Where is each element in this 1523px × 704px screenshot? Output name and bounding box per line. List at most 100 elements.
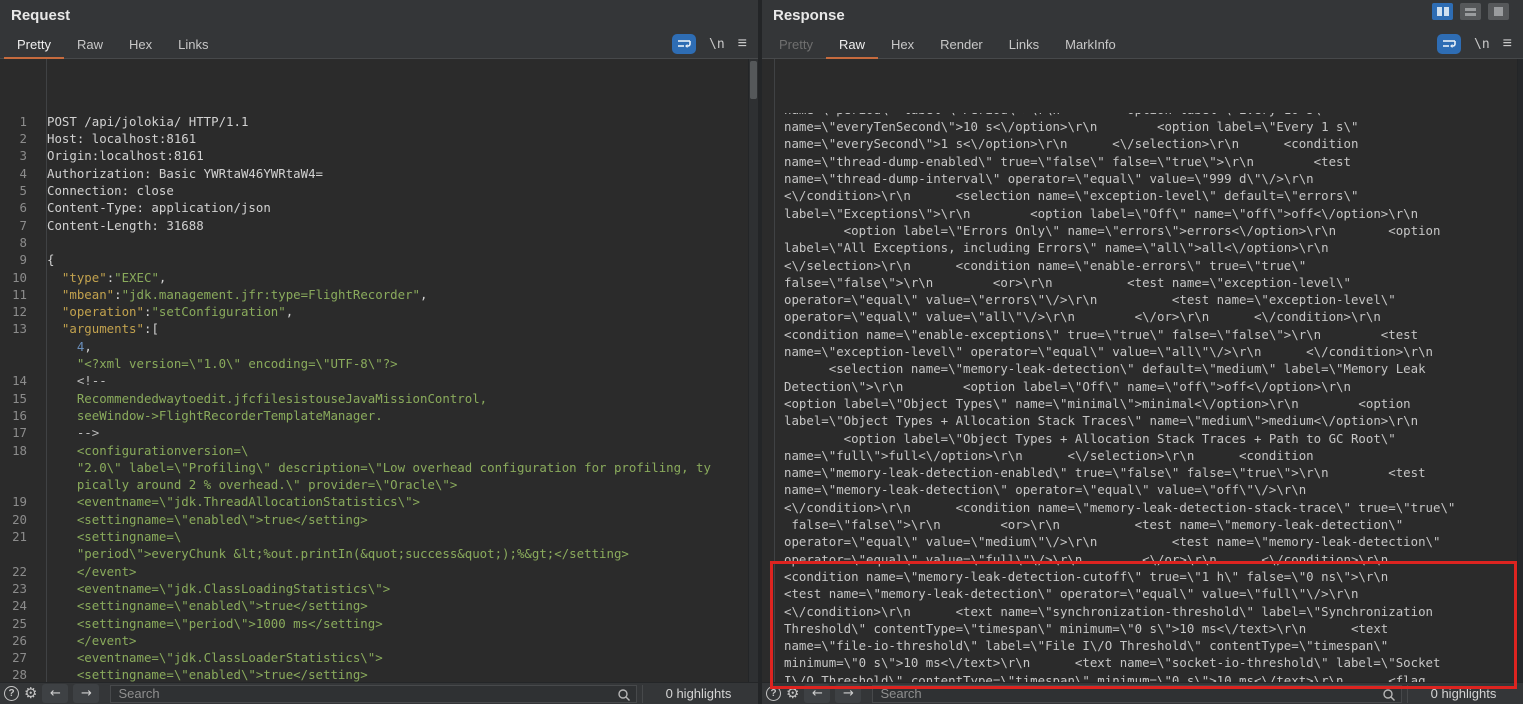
code-line: 5Connection: close (0, 182, 758, 199)
newline-chars-toggle-icon[interactable]: \n (1474, 37, 1490, 52)
code-line: Detection\">\r\n <option label=\"Off\" n… (762, 378, 1523, 395)
code-line: <option label=\"Object Types + Allocatio… (762, 430, 1523, 447)
editor-menu-icon[interactable]: ≡ (1503, 35, 1513, 53)
code-line: 17 --> (0, 424, 758, 441)
code-line: 27 <eventname=\"jdk.ClassLoaderStatistic… (0, 649, 758, 666)
code-line: 3Origin:localhost:8161 (0, 147, 758, 164)
code-line: 23 <eventname=\"jdk.ClassLoadingStatisti… (0, 580, 758, 597)
tab-raw[interactable]: Raw (826, 33, 878, 59)
code-line: name=\"memory-leak-detection\" operator=… (762, 481, 1523, 498)
search-prev-button[interactable]: ← (804, 684, 830, 703)
tab-links[interactable]: Links (996, 33, 1052, 59)
code-line: 28 <settingname=\"enabled\">true</settin… (0, 666, 758, 682)
search-icon (617, 688, 631, 704)
request-panel: Request PrettyRawHexLinks \n ≡ 1POST /ap… (0, 0, 758, 704)
code-line: <condition name=\"enable-exceptions\" tr… (762, 326, 1523, 343)
help-icon[interactable]: ? (4, 686, 19, 701)
tab-links[interactable]: Links (165, 33, 221, 59)
code-line: 6Content-Type: application/json (0, 199, 758, 216)
code-line: <test name=\"memory-leak-detection\" ope… (762, 585, 1523, 602)
code-line: 16 seeWindow->FlightRecorderTemplateMana… (0, 407, 758, 424)
search-input[interactable] (873, 686, 1401, 701)
code-line: name=\"file-io-threshold\" label=\"File … (762, 637, 1523, 654)
code-line: "2.0\" label=\"Profiling\" description=\… (0, 459, 758, 476)
code-line: <\/selection>\r\n <condition name=\"enab… (762, 257, 1523, 274)
word-wrap-toggle-icon[interactable] (672, 34, 696, 54)
code-line: 21 <settingname=\ (0, 528, 758, 545)
tab-hex[interactable]: Hex (878, 33, 927, 59)
code-line: operator=\"equal\" value=\"full\"\/>\r\n… (762, 551, 1523, 568)
code-line: 22 </event> (0, 563, 758, 580)
tab-pretty[interactable]: Pretty (4, 33, 64, 59)
code-line: name=\"everyTenSecond\">10 s<\/option>\r… (762, 118, 1523, 135)
request-toolbar: \n ≡ (672, 34, 748, 54)
code-line: 4, (0, 338, 758, 355)
code-line: operator=\"equal\" value=\"medium\"\/>\r… (762, 533, 1523, 550)
code-line: label=\"Object Types + Allocation Stack … (762, 412, 1523, 429)
code-line: pically around 2 % overhead.\" provider=… (0, 476, 758, 493)
response-toolbar: \n ≡ (1437, 34, 1513, 54)
code-line: <\/condition>\r\n <text name=\"synchroni… (762, 603, 1523, 620)
response-panel-title: Response (762, 0, 1523, 32)
help-icon[interactable]: ? (766, 686, 781, 701)
code-line: <selection name=\"memory-leak-detection\… (762, 360, 1523, 377)
response-editor[interactable]: name=\"period\" label=\"Period\">\r\n <o… (762, 59, 1523, 682)
code-line: false=\"false\">\r\n <or>\r\n <test name… (762, 516, 1523, 533)
request-tabrow: PrettyRawHexLinks \n ≡ (0, 32, 758, 59)
code-line: 25 <settingname=\"period\">1000 ms</sett… (0, 615, 758, 632)
tab-hex[interactable]: Hex (116, 33, 165, 59)
code-line: 12 "operation":"setConfiguration", (0, 303, 758, 320)
code-line: 7Content-Length: 31688 (0, 217, 758, 234)
tab-pretty[interactable]: Pretty (766, 33, 826, 59)
code-line: 9{ (0, 251, 758, 268)
word-wrap-toggle-icon[interactable] (1437, 34, 1461, 54)
code-line: label=\"All Exceptions, including Errors… (762, 239, 1523, 256)
request-search-bar: ? ⚙ ← → 0 highlights (0, 682, 758, 704)
code-line: 8 (0, 234, 758, 251)
code-line: name=\"exception-level\" operator=\"equa… (762, 343, 1523, 360)
response-scrollbar[interactable] (1517, 59, 1523, 682)
code-line: 13 "arguments":[ (0, 320, 758, 337)
single-pane-layout-button[interactable] (1488, 3, 1509, 20)
code-line: 24 <settingname=\"enabled\">true</settin… (0, 597, 758, 614)
code-line: name=\"everySecond\">1 s<\/option>\r\n <… (762, 135, 1523, 152)
layout-switcher (1432, 3, 1509, 20)
code-line: operator=\"equal\" value=\"errors\"\/>\r… (762, 291, 1523, 308)
response-tabs: PrettyRawHexRenderLinksMarkInfo (766, 33, 1129, 58)
tab-raw[interactable]: Raw (64, 33, 116, 59)
code-line: Threshold\" contentType=\"timespan\" min… (762, 620, 1523, 637)
code-line: "<?xml version=\"1.0\" encoding=\"UTF-8\… (0, 355, 758, 372)
highlights-count: 0 highlights (1407, 685, 1519, 703)
code-line: "period\">everyChunk &lt;%out.printIn(&q… (0, 545, 758, 562)
gear-icon[interactable]: ⚙ (24, 686, 37, 701)
code-line: <condition name=\"memory-leak-detection-… (762, 568, 1523, 585)
search-input[interactable] (111, 686, 636, 701)
code-line: <\/condition>\r\n <condition name=\"memo… (762, 499, 1523, 516)
gear-icon[interactable]: ⚙ (786, 686, 799, 701)
code-line: <option label=\"Object Types\" name=\"mi… (762, 395, 1523, 412)
code-line: false=\"false\">\r\n <or>\r\n <test name… (762, 274, 1523, 291)
split-horizontal-layout-button[interactable] (1460, 3, 1481, 20)
request-editor[interactable]: 1POST /api/jolokia/ HTTP/1.12Host: local… (0, 59, 758, 682)
tab-markinfo[interactable]: MarkInfo (1052, 33, 1129, 59)
code-line: 15 Recommendedwaytoedit.jfcfilesistouseJ… (0, 390, 758, 407)
code-line: name=\"memory-leak-detection-enabled\" t… (762, 464, 1523, 481)
search-next-button[interactable]: → (73, 684, 99, 703)
search-next-button[interactable]: → (835, 684, 861, 703)
request-tabs: PrettyRawHexLinks (4, 33, 221, 58)
response-panel: Response PrettyRawHexRenderLinksMarkInfo… (762, 0, 1523, 704)
search-prev-button[interactable]: ← (42, 684, 68, 703)
code-line: label=\"Exceptions\">\r\n <option label=… (762, 205, 1523, 222)
code-line: 14 <!-- (0, 372, 758, 389)
code-line: name=\"full\">full<\/option>\r\n <\/sele… (762, 447, 1523, 464)
split-vertical-layout-button[interactable] (1432, 3, 1453, 20)
code-line: 11 "mbean":"jdk.management.jfr:type=Flig… (0, 286, 758, 303)
code-line: operator=\"equal\" value=\"all\"\/>\r\n … (762, 308, 1523, 325)
response-tabrow: PrettyRawHexRenderLinksMarkInfo \n ≡ (762, 32, 1523, 59)
request-search-field (110, 685, 637, 703)
request-scrollbar[interactable] (748, 59, 758, 682)
editor-menu-icon[interactable]: ≡ (738, 35, 748, 53)
newline-chars-toggle-icon[interactable]: \n (709, 37, 725, 52)
tab-render[interactable]: Render (927, 33, 996, 59)
request-scrollbar-thumb[interactable] (750, 61, 757, 99)
